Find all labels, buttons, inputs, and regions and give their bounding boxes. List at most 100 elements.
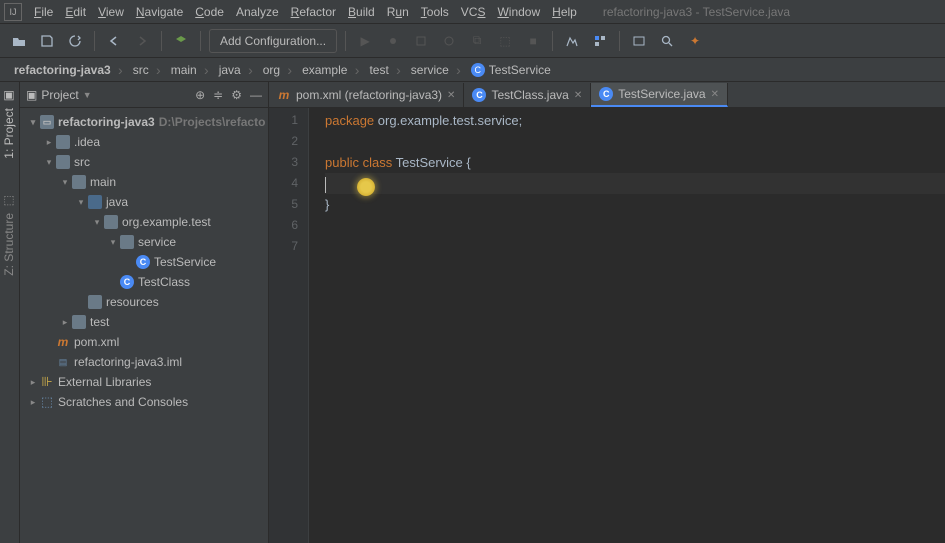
menu-file[interactable]: File <box>28 3 59 21</box>
menu-view[interactable]: View <box>92 3 130 21</box>
add-configuration-button[interactable]: Add Configuration... <box>209 29 337 53</box>
source-folder-icon <box>88 195 102 209</box>
refresh-icon[interactable] <box>64 30 86 52</box>
tree-service-pkg[interactable]: ▾service <box>20 232 268 252</box>
editor-area: mpom.xml (refactoring-java3)✕ CTestClass… <box>269 82 945 543</box>
menu-code[interactable]: Code <box>189 3 230 21</box>
code-editor[interactable]: 1234567 package org.example.test.service… <box>269 108 945 543</box>
hide-tool-icon[interactable]: — <box>250 88 262 102</box>
crumb-main[interactable]: main <box>157 59 205 81</box>
library-icon: ⊪ <box>40 375 54 389</box>
package-icon <box>120 235 134 249</box>
tree-external-libs[interactable]: ▸⊪External Libraries <box>20 372 268 392</box>
project-structure-icon[interactable] <box>589 30 611 52</box>
package-icon <box>104 215 118 229</box>
tree-root[interactable]: ▾▭refactoring-java3D:\Projects\refacto <box>20 112 268 132</box>
menu-bar: IJ File Edit View Navigate Code Analyze … <box>0 0 945 24</box>
menu-tools[interactable]: Tools <box>415 3 455 21</box>
open-icon[interactable] <box>8 30 30 52</box>
attach-icon[interactable]: ⬚ <box>494 30 516 52</box>
settings-gear-icon[interactable]: ⚙ <box>231 88 242 102</box>
tree-main[interactable]: ▾main <box>20 172 268 192</box>
crumb-service[interactable]: service <box>397 59 457 81</box>
left-tool-strip: 1: Project ▣ Z: Structure ⬚ <box>0 82 20 543</box>
crumb-src[interactable]: src <box>119 59 157 81</box>
chevron-down-icon[interactable]: ▼ <box>83 90 92 100</box>
build-icon[interactable] <box>170 30 192 52</box>
crumb-example[interactable]: example <box>288 59 355 81</box>
module-icon: ▭ <box>40 115 54 129</box>
tree-iml[interactable]: ▤refactoring-java3.iml <box>20 352 268 372</box>
separator-icon <box>200 31 201 51</box>
line-gutter: 1234567 <box>269 108 309 543</box>
tab-testservice[interactable]: CTestService.java✕ <box>591 83 728 107</box>
select-opened-icon[interactable]: ⊕ <box>195 88 205 102</box>
forward-icon[interactable] <box>131 30 153 52</box>
menu-window[interactable]: Window <box>491 3 546 21</box>
menu-navigate[interactable]: Navigate <box>130 3 189 21</box>
crumb-project[interactable]: refactoring-java3 <box>6 59 119 81</box>
tree-java[interactable]: ▾java <box>20 192 268 212</box>
tree-package[interactable]: ▾org.example.test <box>20 212 268 232</box>
expand-all-icon[interactable]: ≑ <box>213 88 223 102</box>
debug-icon[interactable] <box>382 30 404 52</box>
ide-settings-icon[interactable] <box>628 30 650 52</box>
iml-icon: ▤ <box>56 355 70 369</box>
navigation-breadcrumb: refactoring-java3 src main java org exam… <box>0 58 945 82</box>
save-all-icon[interactable] <box>36 30 58 52</box>
scratch-icon: ⬚ <box>40 395 54 409</box>
stop-icon[interactable]: ■ <box>522 30 544 52</box>
menu-build[interactable]: Build <box>342 3 381 21</box>
crumb-test[interactable]: test <box>355 59 396 81</box>
tab-pom[interactable]: mpom.xml (refactoring-java3)✕ <box>269 83 464 107</box>
resources-folder-icon <box>88 295 102 309</box>
tree-idea[interactable]: ▸.idea <box>20 132 268 152</box>
source-text[interactable]: package org.example.test.service; public… <box>309 108 945 543</box>
run-icon[interactable]: ▶ <box>354 30 376 52</box>
project-tree: ▾▭refactoring-java3D:\Projects\refacto ▸… <box>20 108 268 416</box>
highlight-cursor-icon <box>357 178 375 196</box>
profile-icon[interactable] <box>438 30 460 52</box>
concurrency-icon[interactable]: ⧉ <box>466 30 488 52</box>
ai-assistant-icon[interactable]: ✦ <box>684 30 706 52</box>
tree-testservice[interactable]: CTestService <box>20 252 268 272</box>
project-view-icon: ▣ <box>26 88 37 102</box>
menu-vcs[interactable]: VCS <box>455 3 492 21</box>
structure-tool-tab[interactable]: Z: Structure ⬚ <box>0 187 18 284</box>
menu-edit[interactable]: Edit <box>59 3 92 21</box>
main-toolbar: Add Configuration... ▶ ⧉ ⬚ ■ ✦ <box>0 24 945 58</box>
separator-icon <box>161 31 162 51</box>
close-icon[interactable]: ✕ <box>574 90 582 101</box>
tree-resources[interactable]: resources <box>20 292 268 312</box>
project-view-label[interactable]: Project <box>41 88 78 102</box>
project-tool-tab[interactable]: 1: Project ▣ <box>0 82 18 167</box>
tree-src[interactable]: ▾src <box>20 152 268 172</box>
crumb-class[interactable]: CTestService <box>457 59 559 81</box>
editor-tabs: mpom.xml (refactoring-java3)✕ CTestClass… <box>269 82 945 108</box>
search-everywhere-icon[interactable] <box>656 30 678 52</box>
project-tool-header: ▣ Project ▼ ⊕ ≑ ⚙ — <box>20 82 268 108</box>
separator-icon <box>552 31 553 51</box>
vcs-update-icon[interactable] <box>561 30 583 52</box>
class-icon: C <box>599 87 613 101</box>
tree-scratches[interactable]: ▸⬚Scratches and Consoles <box>20 392 268 412</box>
folder-icon <box>72 175 86 189</box>
tab-testclass[interactable]: CTestClass.java✕ <box>464 83 591 107</box>
menu-run[interactable]: Run <box>381 3 415 21</box>
tree-pom[interactable]: mpom.xml <box>20 332 268 352</box>
close-icon[interactable]: ✕ <box>711 89 719 100</box>
tree-testclass[interactable]: CTestClass <box>20 272 268 292</box>
tree-test[interactable]: ▸test <box>20 312 268 332</box>
ij-logo-icon: IJ <box>4 3 22 21</box>
coverage-icon[interactable] <box>410 30 432 52</box>
menu-analyze[interactable]: Analyze <box>230 3 285 21</box>
close-icon[interactable]: ✕ <box>447 90 455 101</box>
window-title: refactoring-java3 - TestService.java <box>603 5 790 19</box>
class-icon: C <box>471 63 485 77</box>
crumb-org[interactable]: org <box>249 59 288 81</box>
class-icon: C <box>120 275 134 289</box>
back-icon[interactable] <box>103 30 125 52</box>
crumb-java[interactable]: java <box>205 59 249 81</box>
menu-help[interactable]: Help <box>546 3 583 21</box>
menu-refactor[interactable]: Refactor <box>285 3 342 21</box>
